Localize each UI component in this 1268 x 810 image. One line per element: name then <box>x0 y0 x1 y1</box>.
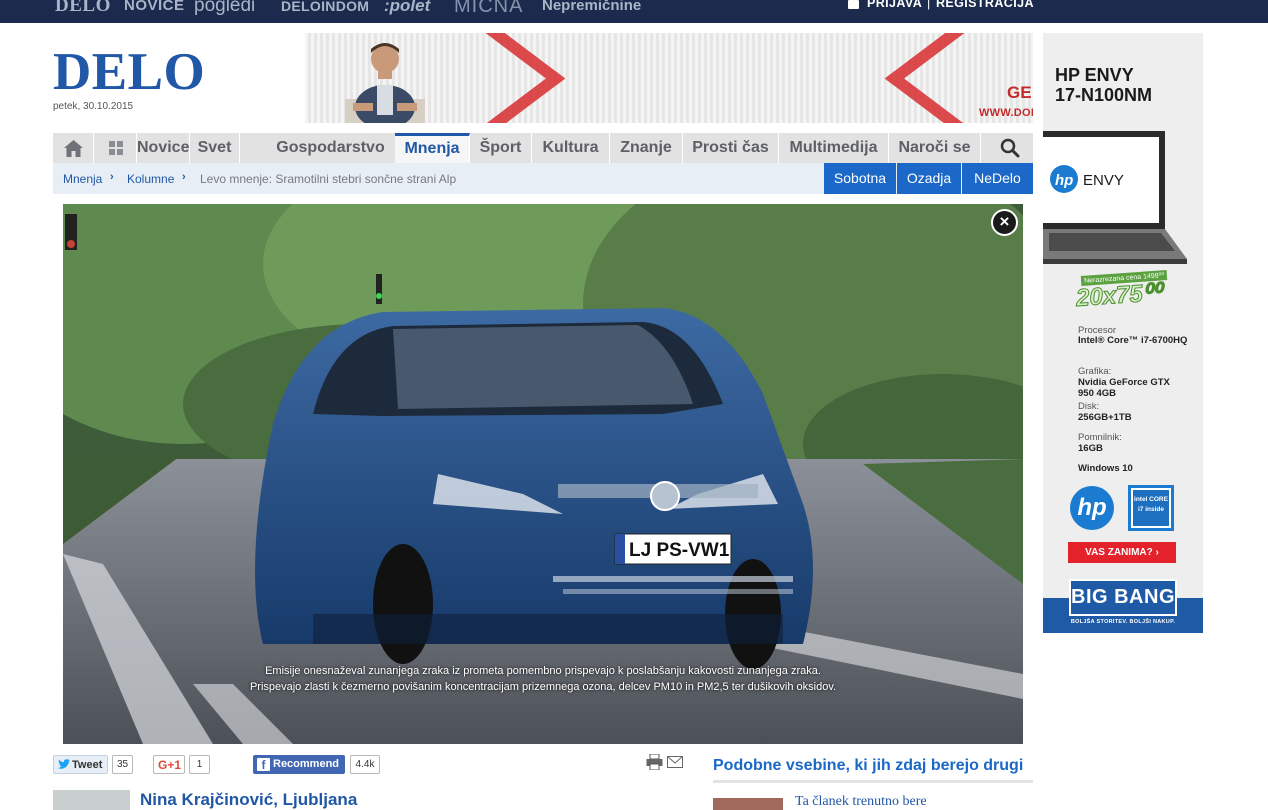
laptop-image: hp ENVY <box>1043 131 1187 264</box>
bigbang-tagline: BOLJŠA STORITEV. BOLJŠI NAKUP. <box>1070 619 1176 625</box>
license-plate-text: LJ PS-VW1 <box>629 540 730 561</box>
network-link-deloindom[interactable]: DELOINDOM <box>281 0 369 18</box>
video-frame: LJ PS-VW1 <box>63 204 1023 744</box>
ad-title-line2: 17-N100NM <box>1055 85 1153 105</box>
video-caption-line2: Prispevajo zlasti k čezmerno povišanim k… <box>249 681 837 693</box>
ad-spec-key: Pomnilnik: <box>1078 432 1122 443</box>
close-icon[interactable]: × <box>991 209 1018 236</box>
nav-item-svet[interactable]: Svet <box>190 133 240 163</box>
network-link-pogledi[interactable]: pogledi <box>194 0 255 18</box>
svg-text:hp: hp <box>1055 172 1073 189</box>
ad-os: Windows 10 <box>1078 463 1133 474</box>
tweet-label: Tweet <box>72 759 103 771</box>
tab-nedelo[interactable]: NeDelo <box>961 163 1033 194</box>
network-link-micna[interactable]: MIČNA <box>454 0 523 18</box>
breadcrumb-kolumne[interactable]: Kolumne <box>127 172 174 186</box>
related-thumbnail[interactable] <box>713 798 783 810</box>
main-navigation: Novice Svet Gospodarstvo Mnenja Šport Ku… <box>53 133 1033 163</box>
nav-item-sport[interactable]: Šport <box>470 133 532 163</box>
ad-cta-button[interactable]: VAS ZANIMA? › <box>1068 542 1176 563</box>
facebook-recommend-button[interactable]: f Recommend <box>253 755 345 774</box>
ad-spec-value: Intel® Core™ i7-6700HQ <box>1078 335 1188 346</box>
network-link-novice[interactable]: NOVICE <box>124 0 185 18</box>
nav-item-kultura[interactable]: Kultura <box>532 133 610 163</box>
ad-title-line1: HP ENVY <box>1055 65 1134 85</box>
laptop-screen-brand: ENVY <box>1083 172 1124 189</box>
google-plus-count: 1 <box>189 755 210 774</box>
related-divider <box>713 780 1033 783</box>
nav-item-naroci-se[interactable]: Naroči se <box>889 133 981 163</box>
facebook-icon: f <box>257 758 270 772</box>
intel-badge: intel CORE i7 inside <box>1128 485 1174 531</box>
google-plus-button[interactable]: G+1 <box>153 755 185 774</box>
intel-badge-text: intel CORE i7 inside <box>1133 490 1169 526</box>
grid-icon <box>109 141 123 155</box>
network-link-delo[interactable]: DELO <box>55 0 111 18</box>
nav-item-znanje[interactable]: Znanje <box>610 133 683 163</box>
network-link-polet[interactable]: :polet <box>384 0 430 18</box>
top-banner-ad[interactable]: GE WWW.DOBI <box>305 33 1033 123</box>
nav-item-prosti-cas[interactable]: Prosti čas <box>683 133 779 163</box>
nav-item-novice[interactable]: Novice <box>137 133 190 163</box>
chevron-right-icon: › <box>110 171 114 183</box>
facebook-recommend-label: Recommend <box>273 758 340 770</box>
banner-url-text: WWW.DOBI <box>979 107 1033 119</box>
breadcrumb-current: Levo mnenje: Sramotilni stebri sončne st… <box>200 172 457 186</box>
banner-person-image <box>345 43 425 123</box>
tab-sobotna[interactable]: Sobotna <box>823 163 896 194</box>
ad-price: 20x75⁰⁰ <box>1075 279 1164 313</box>
author-avatar <box>53 790 130 810</box>
breadcrumb-mnenja[interactable]: Mnenja <box>63 172 102 186</box>
ad-spec-value: 16GB <box>1078 443 1103 454</box>
nav-item-multimedija[interactable]: Multimedija <box>779 133 889 163</box>
nav-item-gospodarstvo[interactable]: Gospodarstvo <box>266 133 396 163</box>
hp-logo: hp <box>1070 486 1114 530</box>
breadcrumb-bar: Mnenja › Kolumne › Levo mnenje: Sramotil… <box>53 163 1033 194</box>
ad-spec-key: Grafika: <box>1078 366 1112 377</box>
ad-spec-key: Disk: <box>1078 401 1100 412</box>
tweet-count: 35 <box>112 755 133 774</box>
nav-item-mnenja[interactable]: Mnenja <box>395 133 470 163</box>
twitter-bird-icon <box>58 759 70 769</box>
register-link[interactable]: REGISTRACIJA <box>936 0 1034 10</box>
nav-home[interactable] <box>53 133 94 163</box>
search-icon[interactable] <box>1000 138 1020 158</box>
facebook-count: 4.4k <box>350 755 380 774</box>
network-bar: DELO NOVICE pogledi DELOINDOM :polet MIČ… <box>0 0 1268 23</box>
bigbang-logo: BIG BANG <box>1069 579 1177 616</box>
nav-sections-grid[interactable] <box>94 133 137 163</box>
site-logo[interactable]: DELO <box>53 44 205 100</box>
network-link-nepremicnine[interactable]: Nepremičnine <box>542 0 641 18</box>
home-icon <box>64 140 83 157</box>
tweet-button[interactable]: Tweet <box>53 755 108 774</box>
lock-icon <box>848 0 859 9</box>
topbar-separator: | <box>927 0 931 10</box>
print-icon[interactable] <box>646 754 663 770</box>
sidebar-ad[interactable]: HP ENVY 17-N100NM hp ENVY Nerazrezana ce… <box>1043 33 1203 633</box>
video-ad[interactable]: LJ PS-VW1 <box>63 204 1023 744</box>
email-icon[interactable] <box>667 756 683 768</box>
chevron-right-icon: › <box>182 171 186 183</box>
login-link[interactable]: PRIJAVA <box>867 0 922 10</box>
video-caption-line1: Emisije onesnaževal zunanjega zraka iz p… <box>265 665 821 677</box>
current-date: petek, 30.10.2015 <box>53 101 134 112</box>
related-content-heading: Podobne vsebine, ki jih zdaj berejo drug… <box>713 757 1024 774</box>
ad-spec-value: Nvidia GeForce GTX 950 4GB <box>1078 377 1170 399</box>
author-name[interactable]: Nina Krajčinović, Ljubljana <box>140 790 357 810</box>
banner-brand-text: GE <box>1007 83 1032 102</box>
tab-ozadja[interactable]: Ozadja <box>896 163 961 194</box>
ad-spec-value: 256GB+1TB <box>1078 412 1132 423</box>
